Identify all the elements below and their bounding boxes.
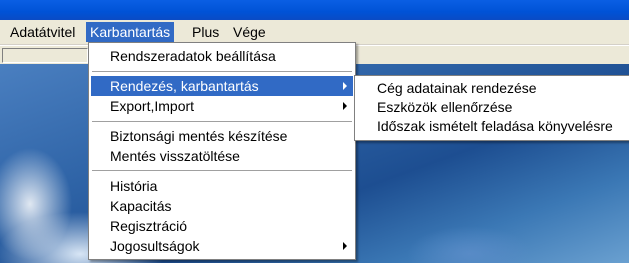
menu-item-label: História [110,178,158,194]
menu-plus[interactable]: Plus [188,22,223,42]
menu-item-rendszeradatok[interactable]: Rendszeradatok beállítása [91,46,353,66]
menu-item-label: Regisztráció [110,218,188,234]
menu-item-historia[interactable]: História [91,176,353,196]
menu-item-label: Biztonsági mentés készítése [110,128,288,144]
submenu-item-eszkozok-ellenorzese[interactable]: Eszközök ellenőrzése [357,97,628,117]
karbantartas-dropdown-menu: Rendszeradatok beállítása Rendezés, karb… [88,42,356,260]
menu-item-mentes-visszatoltese[interactable]: Mentés visszatöltése [91,146,353,166]
rendezes-submenu: Cég adatainak rendezése Eszközök ellenőr… [354,75,629,141]
submenu-arrow-icon [343,242,347,250]
menu-item-biztonsagi-mentes[interactable]: Biztonsági mentés készítése [91,126,353,146]
submenu-item-ceg-adatainak-rendezese[interactable]: Cég adatainak rendezése [357,78,628,98]
submenu-item-idoszak-ismetelt-feladasa[interactable]: Időszak ismételt feladása könyvelésre [357,116,628,136]
submenu-arrow-icon [343,82,347,90]
menu-item-regisztracio[interactable]: Regisztráció [91,216,353,236]
menu-vege[interactable]: Vége [229,22,270,42]
menu-separator [92,121,352,122]
menu-item-jogosultsagok[interactable]: Jogosultságok [91,236,353,256]
menu-separator [92,170,352,171]
menu-item-label: Jogosultságok [110,238,200,254]
menu-karbantartas[interactable]: Karbantartás [86,22,175,42]
menu-adatatvitel[interactable]: Adatátvitel [6,22,79,42]
menu-item-label: Mentés visszatöltése [110,148,240,164]
menu-item-label: Kapacitás [110,198,172,214]
menu-item-label: Rendszeradatok beállítása [110,48,276,64]
menu-item-kapacitas[interactable]: Kapacitás [91,196,353,216]
submenu-arrow-icon [343,102,347,110]
menu-separator [92,71,352,72]
title-bar [0,0,629,20]
menu-item-label: Export,Import [110,98,195,114]
toolbar-field[interactable] [2,48,88,63]
menu-item-export-import[interactable]: Export,Import [91,96,353,116]
menu-item-label: Rendezés, karbantartás [110,78,259,94]
menu-item-rendezes-karbantartas[interactable]: Rendezés, karbantartás [91,76,353,96]
